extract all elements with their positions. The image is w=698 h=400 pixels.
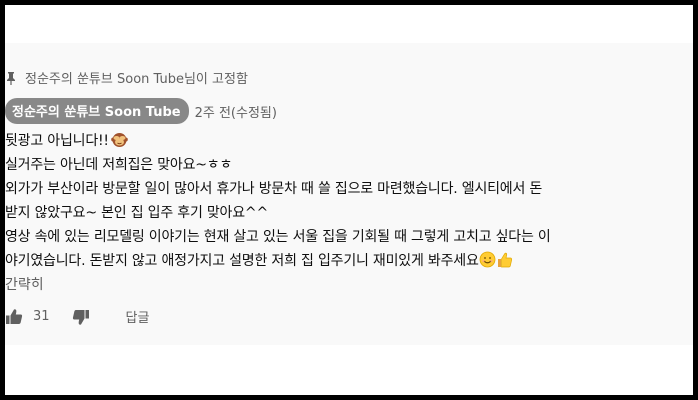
comment-header: 정순주의 쑨튜브 Soon Tube 2주 전(수정됨) <box>5 98 277 124</box>
comment-line: 실거주는 아닌데 저희집은 맞아요~ㅎㅎ <box>5 157 233 173</box>
like-icon[interactable] <box>5 308 23 326</box>
comment-body: 뒷광고 아닙니다!! 실거주는 아닌데 저희집은 맞아요~ㅎㅎ 외가가 부산이라… <box>5 129 689 273</box>
top-strip <box>5 5 693 43</box>
screenshot-frame: 정순주의 쑨튜브 Soon Tube님이 고정함 정순주의 쑨튜브 Soon T… <box>5 5 693 395</box>
pinned-text: 정순주의 쑨튜브 Soon Tube님이 고정함 <box>25 72 248 87</box>
like-count: 31 <box>33 309 50 324</box>
collapse-button[interactable]: 간략히 <box>5 274 44 294</box>
reply-button[interactable]: 답글 <box>126 307 150 326</box>
smiling-face-icon <box>479 251 496 268</box>
pinned-indicator: 정순주의 쑨튜브 Soon Tube님이 고정함 <box>5 68 248 87</box>
dislike-icon[interactable] <box>72 308 90 326</box>
comment-time[interactable]: 2주 전(수정됨) <box>195 102 277 121</box>
comment-line: 외가가 부산이라 방문할 일이 많아서 휴가나 방문차 때 쓸 집으로 마련했습… <box>5 181 543 197</box>
comment-line: 뒷광고 아닙니다!! <box>5 129 689 153</box>
thumbs-up-icon <box>496 251 513 268</box>
comment-line: 받지 않았구요~ 본인 집 입주 후기 맞아요^^ <box>5 205 268 221</box>
comment-line: 야기였습니다. 돈받지 않고 애정가지고 설명한 저희 집 입주기니 재미있게 … <box>5 249 689 273</box>
pin-icon <box>5 71 17 85</box>
pinned-comment: 정순주의 쑨튜브 Soon Tube님이 고정함 정순주의 쑨튜브 Soon T… <box>5 43 693 345</box>
author-name[interactable]: 정순주의 쑨튜브 Soon Tube <box>5 98 189 124</box>
comment-actions: 31 답글 <box>5 307 149 326</box>
see-no-evil-monkey-icon <box>111 131 128 148</box>
comment-line: 영상 속에 있는 리모델링 이야기는 현재 살고 있는 서울 집을 기회될 때 … <box>5 229 551 245</box>
